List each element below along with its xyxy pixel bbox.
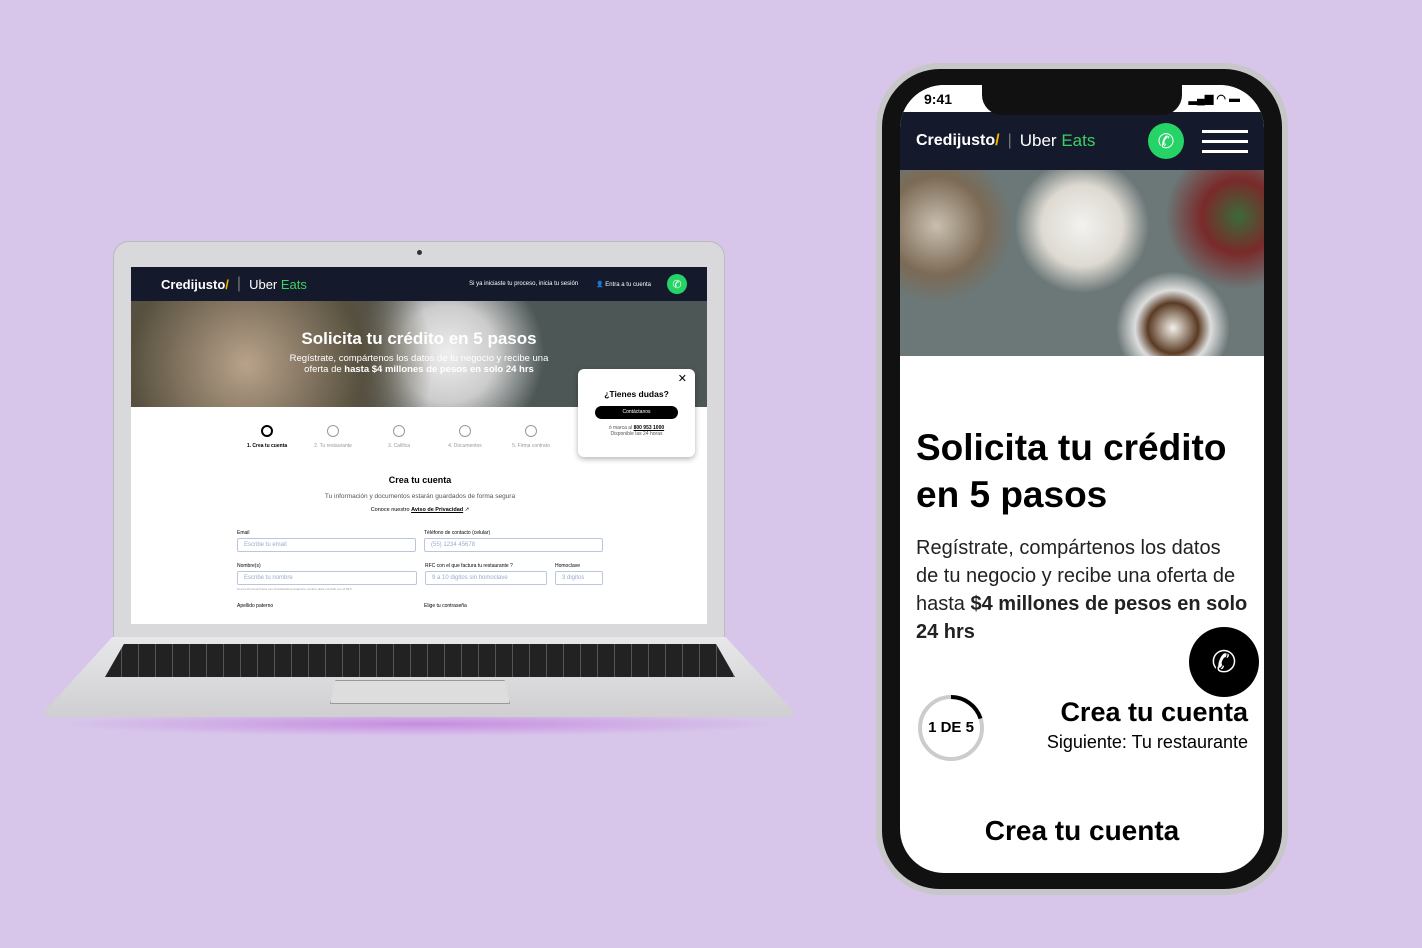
popup-hours: Disponible las 24 horas	[610, 431, 663, 437]
status-time: 9:41	[924, 90, 953, 107]
signup-form: Crea tu cuenta Tu información y document…	[237, 475, 603, 611]
phone-icon: ✆	[1211, 645, 1237, 679]
contact-button[interactable]: Contáctanos	[595, 406, 678, 419]
name-input[interactable]: Escribe tu nombre	[237, 571, 417, 585]
step-5[interactable]: 5. Firma contrato	[498, 425, 564, 449]
mobile-title: Solicita tu crédito en 5 pasos	[916, 427, 1227, 515]
user-icon: 👤	[596, 281, 604, 288]
progress-label: 1 DE 5	[928, 719, 974, 736]
hero-title: Solicita tu crédito en 5 pasos	[301, 329, 537, 348]
step-label: 3. Califica	[388, 443, 410, 449]
phone-notch	[982, 85, 1182, 115]
laptop-trackpad	[330, 680, 510, 704]
step-circle	[327, 425, 339, 437]
logo-credijusto: Credijusto	[916, 132, 996, 149]
step-title: Crea tu cuenta	[1060, 697, 1248, 727]
lastname-label: Apellido paterno	[237, 603, 274, 609]
current-step: Crea tu cuenta Siguiente: Tu restaurante	[1047, 697, 1248, 753]
name-hint: Si eres Persona Física con Actividad Emp…	[237, 587, 353, 591]
divider: |	[236, 275, 242, 292]
help-popup: ✕ ¿Tienes dudas? Contáctanos ó marca al …	[578, 369, 695, 457]
desktop-navbar: Credijusto/ | Uber Eats Si ya iniciaste …	[131, 267, 707, 301]
hero-line2-pre: oferta de	[304, 364, 345, 375]
step-4[interactable]: 4. Documentos	[432, 425, 498, 449]
uber-eats-logo: Uber Eats	[1020, 131, 1096, 151]
step-circle	[393, 425, 405, 437]
popup-title: ¿Tienes dudas?	[604, 389, 669, 399]
step-label: 4. Documentos	[448, 443, 482, 449]
next-step: Siguiente: Tu restaurante	[1046, 732, 1248, 752]
mobile-hero-text: Solicita tu crédito en 5 pasos Regístrat…	[900, 356, 1264, 646]
rfc-label: RFC con el que factura tu restaurante ?	[425, 563, 547, 569]
menu-icon[interactable]	[1202, 123, 1248, 160]
privacy-link[interactable]: Aviso de Privacidad	[411, 507, 463, 513]
step-2[interactable]: 2. Tu restaurante	[300, 425, 366, 449]
section-title: Crea tu cuenta	[984, 815, 1180, 846]
phone-input[interactable]: (55) 1234 45678	[424, 538, 603, 552]
step-circle	[261, 425, 273, 437]
external-link-icon: ↗	[464, 507, 470, 513]
step-circle	[459, 425, 471, 437]
email-label: Email	[237, 530, 250, 536]
logo[interactable]: Credijusto/	[161, 277, 229, 292]
hero-line1: Regístrate, compártenos los datos de tu …	[289, 353, 549, 364]
rfc-input[interactable]: 9 a 10 digitos sin homoclave	[425, 571, 547, 585]
login-hint: Si ya iniciaste tu proceso, inicia tu se…	[469, 281, 579, 287]
account-link[interactable]: 👤 Entra a tu cuenta	[596, 281, 651, 288]
laptop-camera	[417, 250, 422, 255]
homoclave-input[interactable]: 3 digitos	[555, 571, 603, 585]
email-input[interactable]: Escribe tu email	[237, 538, 416, 552]
close-icon[interactable]: ✕	[678, 372, 687, 385]
step-3[interactable]: 3. Califica	[366, 425, 432, 449]
phone-label: Téléfono de contacto (celular)	[424, 530, 491, 536]
uber-text: Uber	[1019, 131, 1057, 150]
name-label: Nombre(s)	[237, 563, 261, 569]
hero-food-image	[900, 170, 1264, 356]
divider: |	[1007, 132, 1012, 149]
step-label: 1. Crea tu cuenta	[246, 443, 288, 449]
uber-text: Uber	[249, 276, 278, 292]
eats-text: Eats	[1061, 131, 1096, 150]
rfc-label-text: RFC con el que factura tu restaurante	[425, 563, 509, 569]
logo-slash: /	[995, 132, 1000, 149]
form-subtitle: Tu información y documentos estarán guar…	[324, 493, 516, 500]
logo[interactable]: Credijusto/	[916, 132, 1000, 150]
form-title: Crea tu cuenta	[388, 475, 452, 485]
eats-text: Eats	[280, 276, 307, 292]
mobile-body: Regístrate, compártenos los datos de tu …	[916, 534, 1248, 646]
step-1[interactable]: 1. Crea tu cuenta	[234, 425, 300, 449]
password-label: Elige tu contraseña	[424, 603, 467, 609]
status-icons: ▂▄▆ ◠ ▬	[1188, 93, 1240, 105]
homoclave-label: Homoclave	[555, 563, 581, 569]
step-label: 2. Tu restaurante	[314, 443, 352, 449]
phone-call-button[interactable]: ✆	[1189, 627, 1259, 697]
mobile-navbar: Credijusto/ | Uber Eats ✆	[900, 112, 1264, 170]
help-icon[interactable]: ?	[510, 563, 513, 569]
hero-line2-bold: hasta $4 millones de pesos en solo 24 hr…	[344, 364, 534, 375]
mobile-screen: 9:41 ▂▄▆ ◠ ▬ Credijusto/ | Uber Eats ✆ So…	[900, 85, 1264, 873]
logo-credijusto: Credijusto	[161, 276, 226, 292]
step-circle	[525, 425, 537, 437]
logo-slash: /	[225, 276, 229, 292]
step-label: 5. Firma contrato	[512, 443, 550, 449]
whatsapp-icon[interactable]: ✆	[1148, 123, 1184, 159]
uber-eats-logo: Uber Eats	[249, 277, 307, 292]
account-label: Entra a tu cuenta	[605, 281, 651, 288]
whatsapp-icon[interactable]: ✆	[667, 274, 687, 294]
laptop-keyboard	[105, 644, 735, 677]
privacy-pre: Conoce nuestro	[370, 507, 412, 513]
progress-ring: 1 DE 5	[916, 693, 986, 768]
privacy-notice: Conoce nuestro Aviso de Privacidad ↗	[237, 507, 603, 513]
